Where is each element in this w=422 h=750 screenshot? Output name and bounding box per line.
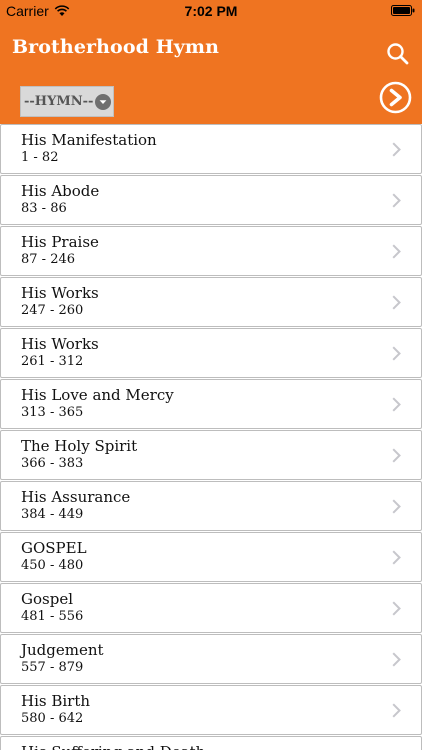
list-item[interactable]: His Manifestation 1 - 82 bbox=[0, 124, 422, 174]
hymn-number-range: 557 - 879 bbox=[21, 660, 84, 675]
chevron-right-icon bbox=[392, 601, 401, 616]
list-item[interactable]: His Works 247 - 260 bbox=[0, 277, 422, 327]
hymn-number-range: 261 - 312 bbox=[21, 354, 84, 369]
app-title: Brotherhood Hymn bbox=[12, 36, 220, 58]
list-item[interactable]: GOSPEL 450 - 480 bbox=[0, 532, 422, 582]
list-item[interactable]: His Birth 580 - 642 bbox=[0, 685, 422, 735]
hymn-section-title: GOSPEL bbox=[21, 539, 87, 557]
list-item[interactable]: His Works 261 - 312 bbox=[0, 328, 422, 378]
hymn-section-title: His Suffering and Death bbox=[21, 743, 205, 750]
list-item[interactable]: Gospel 481 - 556 bbox=[0, 583, 422, 633]
status-bar: Carrier 7:02 PM bbox=[0, 0, 422, 22]
hymn-number-range: 450 - 480 bbox=[21, 558, 84, 573]
list-item[interactable]: His Assurance 384 - 449 bbox=[0, 481, 422, 531]
hymn-section-title: His Works bbox=[21, 284, 99, 302]
hymn-section-title: The Holy Spirit bbox=[21, 437, 138, 455]
chevron-right-icon bbox=[392, 550, 401, 565]
chevron-right-icon bbox=[392, 652, 401, 667]
arrow-right-circle-icon bbox=[379, 81, 412, 114]
hymn-section-title: His Works bbox=[21, 335, 99, 353]
hymn-section-title: Gospel bbox=[21, 590, 73, 608]
search-button[interactable] bbox=[384, 40, 412, 68]
hymn-number-range: 247 - 260 bbox=[21, 303, 84, 318]
hymn-section-title: His Love and Mercy bbox=[21, 386, 174, 404]
battery-icon bbox=[391, 5, 415, 16]
list-item[interactable]: His Suffering and Death bbox=[0, 736, 422, 750]
hymn-number-range: 481 - 556 bbox=[21, 609, 84, 624]
hymn-category-select[interactable]: --HYMN-- bbox=[20, 86, 114, 117]
chevron-right-icon bbox=[392, 295, 401, 310]
hymn-number-range: 366 - 383 bbox=[21, 456, 84, 471]
hymn-number-range: 580 - 642 bbox=[21, 711, 84, 726]
chevron-right-icon bbox=[392, 142, 401, 157]
chevron-right-icon bbox=[392, 244, 401, 259]
hymn-number-range: 1 - 82 bbox=[21, 150, 59, 165]
hymn-number-range: 384 - 449 bbox=[21, 507, 84, 522]
hymn-section-title: His Abode bbox=[21, 182, 100, 200]
chevron-right-icon bbox=[392, 193, 401, 208]
hymn-section-title: His Assurance bbox=[21, 488, 131, 506]
list-item[interactable]: The Holy Spirit 366 - 383 bbox=[0, 430, 422, 480]
hymn-section-title: His Birth bbox=[21, 692, 91, 710]
hymn-section-title: Judgement bbox=[21, 641, 104, 659]
list-item[interactable]: His Praise 87 - 246 bbox=[0, 226, 422, 276]
hymn-section-title: His Praise bbox=[21, 233, 99, 251]
search-icon bbox=[387, 43, 409, 65]
chevron-right-icon bbox=[392, 397, 401, 412]
list-item[interactable]: Judgement 557 - 879 bbox=[0, 634, 422, 684]
hymn-number-range: 313 - 365 bbox=[21, 405, 84, 420]
chevron-right-icon bbox=[392, 703, 401, 718]
list-item[interactable]: His Abode 83 - 86 bbox=[0, 175, 422, 225]
hymn-number-range: 83 - 86 bbox=[21, 201, 67, 216]
chevron-right-icon bbox=[392, 448, 401, 463]
app-header: Carrier 7:02 PM Brotherhood Hymn --HYMN-… bbox=[0, 0, 422, 124]
hymn-number-range: 87 - 246 bbox=[21, 252, 76, 267]
status-time: 7:02 PM bbox=[184, 3, 238, 19]
hymn-list: His Manifestation 1 - 82 His Abode 83 - 86 H… bbox=[0, 124, 422, 750]
list-item[interactable]: His Love and Mercy 313 - 365 bbox=[0, 379, 422, 429]
hymn-select-value: --HYMN-- bbox=[24, 94, 94, 109]
chevron-right-icon bbox=[392, 499, 401, 514]
go-button[interactable] bbox=[379, 81, 412, 114]
chevron-right-icon bbox=[392, 346, 401, 361]
hymn-section-title: His Manifestation bbox=[21, 131, 157, 149]
chevron-down-icon bbox=[95, 94, 111, 110]
